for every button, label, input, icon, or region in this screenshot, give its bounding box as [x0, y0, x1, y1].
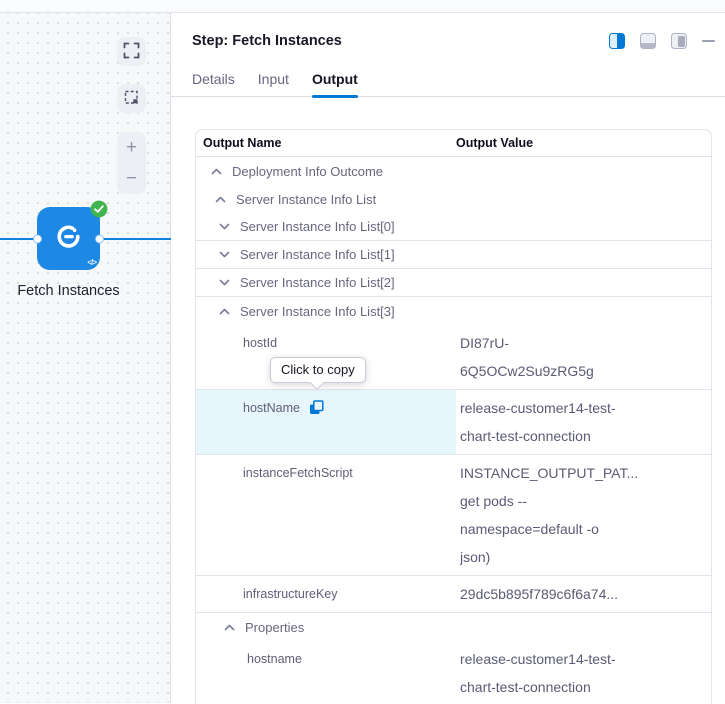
output-name-cell: infrastructureKey	[196, 576, 456, 612]
code-icon: </>	[87, 258, 96, 267]
output-value-line: 6Q5OCw2Su9zRG5g	[460, 357, 703, 385]
output-row-instanceFetchScript: instanceFetchScript INSTANCE_OUTPUT_PAT..…	[196, 455, 711, 576]
pipeline-canvas[interactable]: + − </> Fetch Instances	[0, 13, 171, 703]
group-label: Server Instance Info List[1]	[240, 247, 395, 262]
fullscreen-icon	[123, 42, 140, 62]
group-label: Server Instance Info List[3]	[240, 304, 395, 319]
group-label: Server Instance Info List[0]	[240, 219, 395, 234]
chevron-down-icon[interactable]	[219, 251, 230, 258]
output-value-line: release-customer14-test-	[460, 394, 703, 422]
group-label: Deployment Info Outcome	[232, 164, 383, 179]
output-name-label: instanceFetchScript	[243, 466, 353, 480]
output-value-line: DI87rU-	[460, 329, 703, 357]
output-row-infrastructureKey: infrastructureKey 29dc5b895f789c6f6a74...	[196, 576, 711, 613]
app-top-bar	[0, 0, 725, 13]
group-label: Server Instance Info List[2]	[240, 275, 395, 290]
tab-bar: Details Input Output	[171, 71, 725, 97]
output-value-line: get pods --	[460, 487, 703, 515]
output-value-line: chart-test-connection	[460, 422, 703, 450]
zoom-controls: + −	[117, 132, 146, 194]
split-view-docked-icon[interactable]	[671, 33, 687, 49]
output-name-cell: hostname	[196, 641, 456, 704]
column-header-output-value: Output Value	[456, 136, 533, 150]
output-value-line: namespace=default -o	[460, 515, 703, 543]
zoom-in-icon[interactable]: +	[126, 138, 137, 157]
chevron-down-icon[interactable]	[219, 279, 230, 286]
output-name-cell: instanceFetchScript	[196, 455, 456, 575]
panel-title: Step: Fetch Instances	[192, 33, 342, 49]
output-value-line: release-customer14-test-	[460, 645, 703, 673]
copy-icon[interactable]	[309, 400, 324, 415]
output-row-group[interactable]: Properties	[196, 613, 711, 641]
tab-output[interactable]: Output	[312, 71, 358, 96]
harness-step-icon	[55, 223, 82, 255]
panel-header-icons	[609, 33, 715, 49]
output-name-label: hostId	[243, 336, 277, 350]
tab-details[interactable]: Details	[192, 71, 235, 96]
output-row-group[interactable]: Server Instance Info List[3]	[196, 297, 711, 325]
column-header-output-name: Output Name	[196, 136, 456, 150]
output-name-label: hostname	[247, 652, 302, 666]
node-port-in[interactable]	[33, 234, 42, 243]
output-value-cell: release-customer14-test-chart-test-conne…	[456, 390, 711, 454]
output-value-cell: release-customer14-test-chart-test-conne…	[456, 641, 711, 704]
output-row-group[interactable]: Deployment Info Outcome	[196, 157, 711, 185]
output-row-group[interactable]: Server Instance Info List	[196, 185, 711, 213]
chevron-up-icon[interactable]	[224, 624, 235, 631]
output-name-cell: hostNameClick to copy	[196, 390, 456, 454]
output-tab-content: Output Name Output Value Deployment Info…	[195, 129, 725, 704]
marquee-select-button[interactable]	[117, 84, 146, 113]
group-label: Properties	[245, 620, 304, 635]
output-row-hostname: hostname release-customer14-test-chart-te…	[196, 641, 711, 704]
chevron-up-icon[interactable]	[219, 308, 230, 315]
node-label: Fetch Instances	[0, 283, 139, 299]
output-value-line: INSTANCE_OUTPUT_PAT...	[460, 459, 703, 487]
output-table-header: Output Name Output Value	[196, 130, 711, 157]
output-row-hostName: hostNameClick to copyrelease-customer14-…	[196, 390, 711, 455]
minimize-icon[interactable]	[702, 40, 715, 42]
copy-tooltip: Click to copy	[270, 357, 366, 383]
fullscreen-button[interactable]	[117, 37, 146, 66]
split-view-bottom-icon[interactable]	[640, 33, 656, 49]
output-row-group[interactable]: Server Instance Info List[2]	[196, 269, 711, 297]
chevron-up-icon[interactable]	[211, 168, 222, 175]
output-value-line: json)	[460, 543, 703, 571]
output-table-body: Deployment Info Outcome Server Instance I…	[196, 157, 711, 704]
output-row-group[interactable]: Server Instance Info List[0]	[196, 213, 711, 241]
node-port-out[interactable]	[95, 234, 104, 243]
split-view-right-icon[interactable]	[609, 33, 625, 49]
output-name-label: infrastructureKey	[243, 587, 337, 601]
step-node-fetch-instances[interactable]: </>	[37, 207, 100, 270]
output-row-group[interactable]: Server Instance Info List[1]	[196, 241, 711, 269]
marquee-select-icon	[124, 90, 139, 108]
chevron-down-icon[interactable]	[219, 223, 230, 230]
success-check-icon	[90, 200, 108, 218]
group-label: Server Instance Info List	[236, 192, 376, 207]
output-value-line: chart-test-connection	[460, 673, 703, 701]
output-value-cell: DI87rU-6Q5OCw2Su9zRG5g	[456, 325, 711, 389]
output-name-label: hostName	[243, 401, 300, 415]
panel-header: Step: Fetch Instances	[192, 33, 715, 49]
output-value-cell: INSTANCE_OUTPUT_PAT...get pods --namespa…	[456, 455, 711, 575]
output-value-cell: 29dc5b895f789c6f6a74...	[456, 576, 711, 612]
output-value-line: 29dc5b895f789c6f6a74...	[460, 580, 703, 608]
step-details-panel: Step: Fetch Instances Details Input Output…	[171, 13, 725, 703]
chevron-up-icon[interactable]	[215, 196, 226, 203]
tab-input[interactable]: Input	[258, 71, 289, 96]
zoom-out-icon[interactable]: −	[126, 169, 137, 188]
output-table: Output Name Output Value Deployment Info…	[195, 129, 712, 704]
